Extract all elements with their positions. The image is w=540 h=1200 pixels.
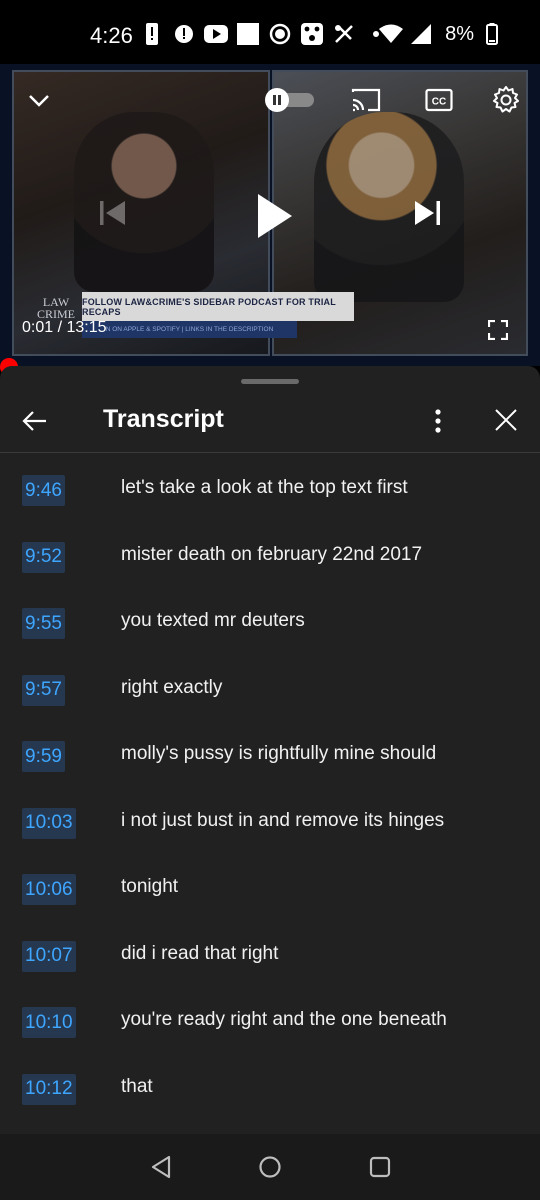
transcript-text: molly's pussy is rightfully mine should bbox=[121, 743, 437, 764]
transcript-row[interactable]: 10:06 tonight bbox=[0, 853, 540, 920]
channel-logo: LAW CRIME bbox=[30, 296, 82, 320]
captions-icon[interactable]: CC bbox=[424, 86, 454, 114]
transcript-row[interactable]: 10:03 i not just bust in and remove its … bbox=[0, 787, 540, 854]
timestamp-link[interactable]: 9:52 bbox=[22, 541, 65, 573]
tools-icon bbox=[332, 22, 356, 46]
transcript-text: let's take a look at the top text first bbox=[121, 477, 408, 498]
timestamp-link[interactable]: 10:06 bbox=[22, 874, 76, 905]
transcript-header: Transcript bbox=[0, 388, 540, 452]
transcript-row[interactable]: 9:59 molly's pussy is rightfully mine sh… bbox=[0, 720, 540, 787]
timestamp-link[interactable]: 9:55 bbox=[22, 608, 65, 639]
close-icon[interactable] bbox=[492, 406, 520, 434]
status-time: 4:26 bbox=[90, 23, 133, 48]
back-arrow-icon[interactable] bbox=[20, 406, 50, 436]
transcript-text: you're ready right and the one beneath bbox=[121, 1009, 447, 1030]
transcript-text: tonight bbox=[121, 876, 179, 897]
transcript-row[interactable]: 9:57 right exactly bbox=[0, 654, 540, 721]
autoplay-toggle[interactable] bbox=[264, 88, 316, 112]
transcript-text: did i read that right bbox=[121, 942, 279, 964]
duration: 13:15 bbox=[66, 319, 107, 336]
timestamp-link[interactable]: 9:57 bbox=[22, 674, 65, 706]
target-icon bbox=[268, 22, 292, 46]
minimize-chevron-icon[interactable] bbox=[26, 88, 52, 114]
signal-icon bbox=[409, 22, 433, 46]
system-nav-bar bbox=[0, 1134, 540, 1200]
system-icons: 8% bbox=[379, 22, 504, 46]
transcript-list: 9:46 let's take a look at the top text f… bbox=[0, 454, 540, 1119]
timestamp-link[interactable]: 10:10 bbox=[22, 1007, 76, 1038]
transcript-row[interactable]: 9:52 mister death on february 22nd 2017 bbox=[0, 521, 540, 588]
info-icon bbox=[172, 22, 196, 46]
transcript-text: you texted mr deuters bbox=[121, 610, 305, 631]
transcript-text: right exactly bbox=[121, 676, 223, 698]
transcript-panel: Transcript 9:46 let's take a look at the… bbox=[0, 366, 540, 1134]
dice-icon bbox=[300, 22, 324, 46]
nav-home-icon[interactable] bbox=[257, 1154, 283, 1180]
transcript-row[interactable]: 9:55 you texted mr deuters bbox=[0, 587, 540, 654]
transcript-row[interactable]: 9:46 let's take a look at the top text f… bbox=[0, 454, 540, 521]
video-banner: FOLLOW LAW&CRIME'S SIDEBAR PODCAST FOR T… bbox=[82, 292, 354, 321]
timestamp-link[interactable]: 9:46 bbox=[22, 475, 65, 506]
timestamp-link[interactable]: 10:07 bbox=[22, 940, 76, 972]
drag-handle[interactable] bbox=[241, 379, 299, 384]
transcript-text: mister death on february 22nd 2017 bbox=[121, 543, 423, 565]
battery-icon bbox=[480, 22, 504, 46]
transcript-row[interactable]: 10:10 you're ready right and the one ben… bbox=[0, 986, 540, 1053]
settings-gear-icon[interactable] bbox=[490, 84, 522, 116]
next-icon[interactable] bbox=[410, 196, 444, 230]
transcript-row[interactable]: 10:07 did i read that right bbox=[0, 920, 540, 987]
time-separator: / bbox=[53, 319, 67, 336]
timestamp-link[interactable]: 10:03 bbox=[22, 807, 76, 839]
transcript-row[interactable]: 10:12 that bbox=[0, 1053, 540, 1120]
fullscreen-icon[interactable] bbox=[486, 318, 510, 342]
transcript-text: i not just bust in and remove its hinges bbox=[121, 809, 445, 831]
play-icon[interactable] bbox=[250, 190, 298, 242]
alert-icon bbox=[140, 22, 164, 46]
transcript-text: that bbox=[121, 1075, 153, 1097]
svg-text:CC: CC bbox=[432, 97, 446, 108]
video-player[interactable]: CC LAW CRIME FOLLOW LAW&CRIME'S SIDEBAR … bbox=[0, 64, 540, 366]
previous-icon[interactable] bbox=[96, 196, 130, 230]
timestamp-link[interactable]: 9:59 bbox=[22, 741, 65, 772]
cast-icon[interactable] bbox=[350, 86, 382, 114]
square-app-icon bbox=[236, 22, 260, 46]
more-options-icon[interactable] bbox=[426, 406, 450, 436]
video-banner-sub: N ON APPLE & SPOTIFY | LINKS IN THE DESC… bbox=[82, 321, 297, 338]
current-time: 0:01 bbox=[22, 319, 54, 336]
nav-recents-icon[interactable] bbox=[367, 1154, 393, 1180]
transcript-title: Transcript bbox=[103, 405, 224, 433]
timestamp-link[interactable]: 10:12 bbox=[22, 1073, 76, 1105]
timecode: 0:01 / 13:15 bbox=[22, 319, 107, 337]
notification-icons bbox=[140, 22, 388, 46]
nav-back-icon[interactable] bbox=[148, 1154, 174, 1180]
battery-percent: 8% bbox=[445, 22, 474, 45]
youtube-icon bbox=[204, 22, 228, 46]
wifi-icon bbox=[379, 22, 404, 46]
header-divider bbox=[0, 452, 540, 453]
status-bar: 4:26 8% bbox=[0, 0, 540, 64]
